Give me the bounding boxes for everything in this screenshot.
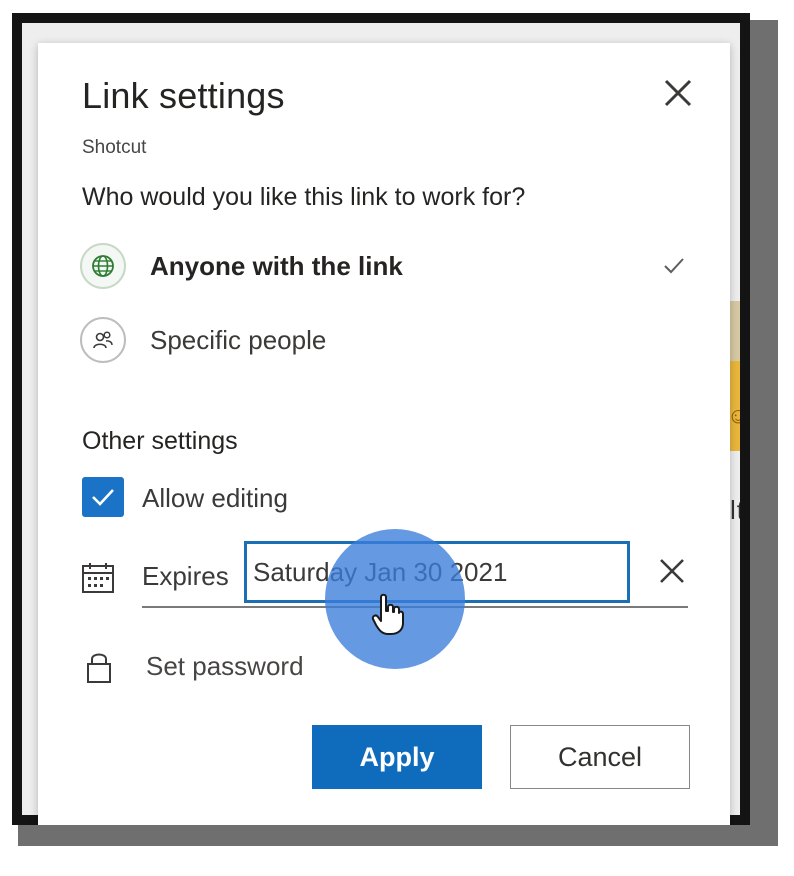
option-label: Specific people bbox=[150, 325, 327, 355]
option-anyone-with-link[interactable]: Anyone with the link bbox=[80, 239, 700, 295]
set-password-link[interactable]: Set password bbox=[146, 651, 304, 682]
background-partial-text: lti bbox=[730, 495, 740, 525]
screenshot-frame: ☺ lti Link settings Shotcut Who would yo… bbox=[12, 13, 750, 825]
allow-editing-label: Allow editing bbox=[142, 483, 288, 513]
close-icon[interactable] bbox=[658, 73, 698, 113]
apply-button[interactable]: Apply bbox=[312, 725, 482, 789]
checkmark-icon bbox=[660, 251, 688, 284]
date-field-underline bbox=[142, 606, 688, 608]
globe-icon bbox=[80, 243, 126, 289]
audience-question: Who would you like this link to work for… bbox=[82, 183, 526, 211]
other-settings-heading: Other settings bbox=[82, 427, 238, 455]
dialog-subtitle: Shotcut bbox=[82, 137, 147, 158]
link-settings-dialog: Link settings Shotcut Who would you like… bbox=[38, 43, 730, 825]
calendar-icon bbox=[80, 561, 116, 600]
clear-date-icon[interactable] bbox=[652, 551, 692, 591]
allow-editing-checkbox[interactable]: Allow editing bbox=[82, 475, 402, 523]
cancel-button[interactable]: Cancel bbox=[510, 725, 690, 789]
option-specific-people[interactable]: Specific people bbox=[80, 313, 700, 369]
dialog-title: Link settings bbox=[82, 75, 285, 116]
expires-label: Expires bbox=[142, 561, 229, 591]
checkbox-checked-icon bbox=[82, 477, 124, 517]
people-icon bbox=[80, 317, 126, 363]
lock-icon bbox=[84, 649, 114, 690]
expiration-date-input[interactable] bbox=[244, 541, 630, 603]
option-label: Anyone with the link bbox=[150, 251, 403, 281]
